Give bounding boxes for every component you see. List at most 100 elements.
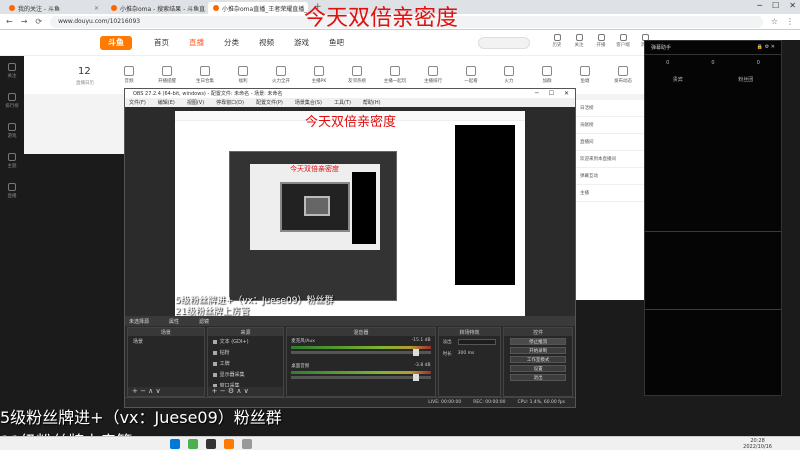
category-item[interactable]: 主播排行: [416, 66, 450, 84]
category-item[interactable]: 开播提醒: [150, 66, 184, 84]
exit-button[interactable]: 退出: [510, 374, 566, 381]
menu-file[interactable]: 文件(F): [129, 99, 146, 106]
menu-edit[interactable]: 编辑(E): [158, 99, 175, 106]
category-item[interactable]: 加群: [530, 66, 564, 84]
windows-start-icon[interactable]: [170, 439, 180, 449]
forward-icon[interactable]: →: [21, 17, 28, 26]
star-icon[interactable]: ☆: [771, 17, 778, 26]
category-label: 主播一起玩: [383, 79, 407, 84]
category-item[interactable]: 主播PK: [302, 66, 336, 84]
source-item[interactable]: 文本 (GDI+): [208, 336, 284, 347]
transition-select[interactable]: 淡出: [439, 336, 501, 348]
start-recording-button[interactable]: 开始录制: [510, 347, 566, 354]
minimize-icon[interactable]: ─: [757, 1, 762, 10]
close-tab-icon[interactable]: ✕: [94, 5, 99, 12]
category-item[interactable]: 友邻热榜: [340, 66, 374, 84]
tab-fanclub[interactable]: 粉丝团: [738, 76, 753, 83]
filters-button[interactable]: 滤镜: [199, 318, 209, 325]
tab-vip[interactable]: 贵宾: [673, 76, 683, 83]
calendar-count: 12: [78, 66, 91, 77]
settings-button[interactable]: 设置: [510, 365, 566, 372]
follow-button[interactable]: 关注: [572, 34, 586, 48]
slider-handle[interactable]: [412, 349, 419, 356]
back-icon[interactable]: ←: [6, 17, 13, 26]
taskbar-clock[interactable]: 20:28 2022/10/16: [743, 438, 772, 450]
chat-line: 直播间: [576, 134, 644, 151]
properties-button[interactable]: 属性: [169, 318, 179, 325]
nav-item-game[interactable]: 游戏: [294, 37, 309, 48]
chrome-icon[interactable]: [188, 439, 198, 449]
nav-item-fishbar[interactable]: 鱼吧: [329, 37, 344, 48]
douyu-logo[interactable]: 斗鱼: [100, 35, 132, 50]
download-icon: [619, 34, 627, 41]
category-item[interactable]: 主播一起玩: [378, 66, 412, 84]
stop-streaming-button[interactable]: 停止推流: [510, 338, 566, 345]
category-item[interactable]: 一起看: [454, 66, 488, 84]
reload-icon[interactable]: ⟳: [35, 17, 42, 26]
scene-item[interactable]: 场景: [128, 336, 204, 347]
browser-tab-active[interactable]: 小推杂oma直播_王者荣耀直播_... ✕: [208, 2, 308, 14]
channel-db: -3.8 dB: [414, 363, 431, 368]
source-item[interactable]: 钻粉: [208, 347, 284, 358]
close-window-icon[interactable]: ✕: [789, 1, 796, 10]
sidebar-item-follow[interactable]: 关注: [0, 56, 24, 86]
history-button[interactable]: 历史: [550, 34, 564, 48]
panel-controls[interactable]: 🔒 ⚙ ✕: [757, 44, 775, 51]
nav-item-live[interactable]: 直播: [189, 37, 204, 48]
menu-icon[interactable]: ⋮: [786, 17, 794, 26]
source-item[interactable]: 工牌: [208, 358, 284, 369]
menu-docks[interactable]: 停靠窗口(D): [216, 99, 244, 106]
sidebar-item-game[interactable]: 游戏: [0, 116, 24, 146]
browser-tab[interactable]: 我的关注 - 斗鱼 ✕: [4, 2, 104, 14]
header-icons: 历史 关注 开播 客户端 消息: [550, 34, 652, 48]
slider-handle[interactable]: [412, 374, 419, 381]
menu-view[interactable]: 视图(V): [187, 99, 204, 106]
source-item[interactable]: 显示器采集: [208, 369, 284, 380]
duration-value[interactable]: 300 ms: [458, 351, 475, 357]
captured-obs-inner: [280, 182, 350, 232]
menu-scene-collection[interactable]: 场景集合(S): [295, 99, 322, 106]
category-item[interactable]: 鱼塘: [568, 66, 602, 84]
minimize-icon[interactable]: ─: [535, 90, 539, 97]
sources-dock-toolbar[interactable]: + − ⚙ ∧ ∨: [207, 387, 284, 396]
sidebar-item-rank[interactable]: 排行榜: [0, 86, 24, 116]
category-item[interactable]: 音频: [112, 66, 146, 84]
client-button[interactable]: 客户端: [616, 34, 630, 48]
sidebar-item-live[interactable]: 直播: [0, 176, 24, 206]
category-item[interactable]: 火力全开: [264, 66, 298, 84]
broadcast-button[interactable]: 开播: [594, 34, 608, 48]
mixer-channel: 麦克风/Aux -15.1 dB: [287, 336, 434, 361]
nav-item-home[interactable]: 首页: [154, 37, 169, 48]
studio-mode-button[interactable]: 工作室模式: [510, 356, 566, 363]
captured-obs: 今天双倍亲密度: [229, 151, 397, 301]
search-input[interactable]: [478, 37, 530, 49]
transition-name: 淡出: [442, 340, 452, 345]
close-window-icon[interactable]: ✕: [564, 90, 569, 97]
stat-value: 0: [756, 60, 760, 66]
category-item[interactable]: 发布动态: [606, 66, 640, 84]
no-source-label: 未选择源: [129, 318, 150, 325]
maximize-icon[interactable]: ☐: [772, 1, 779, 10]
category-item[interactable]: 生日合集: [188, 66, 222, 84]
douyu-favicon-icon: [213, 5, 219, 11]
menu-profile[interactable]: 配置文件(P): [256, 99, 283, 106]
douyu-icon[interactable]: [224, 439, 234, 449]
maximize-icon[interactable]: ☐: [549, 90, 554, 97]
panel-title-bar: 弹幕助手 🔒 ⚙ ✕: [645, 41, 781, 55]
menu-help[interactable]: 帮助(H): [363, 99, 381, 106]
sidebar-item-theme[interactable]: 主题: [0, 146, 24, 176]
volume-slider[interactable]: [291, 349, 431, 356]
category-item[interactable]: 福利: [226, 66, 260, 84]
obs-icon[interactable]: [206, 439, 216, 449]
transition-field[interactable]: [457, 339, 497, 345]
folder-icon[interactable]: [242, 439, 252, 449]
calendar-label: 直播日历: [76, 81, 94, 86]
nav-item-category[interactable]: 分类: [224, 37, 239, 48]
browser-tab[interactable]: 小推杂oma - 搜索结果 - 斗鱼直... ✕: [106, 2, 206, 14]
scenes-dock-toolbar[interactable]: + − ∧ ∨: [128, 387, 204, 396]
obs-preview[interactable]: 今天双倍亲密度 今天双倍亲密度 5级粉丝牌进+（vx：Juese09）粉丝群 2…: [175, 111, 525, 317]
nav-item-video[interactable]: 视频: [259, 37, 274, 48]
menu-tools[interactable]: 工具(T): [334, 99, 351, 106]
volume-slider[interactable]: [291, 374, 431, 381]
category-item[interactable]: 火力: [492, 66, 526, 84]
